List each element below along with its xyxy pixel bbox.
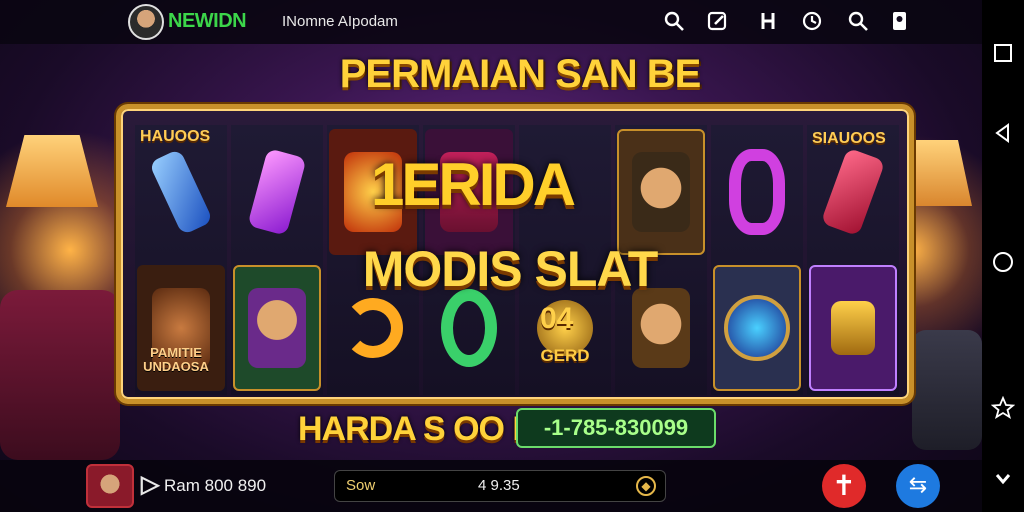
back-icon[interactable] (991, 122, 1015, 146)
chevron-down-icon[interactable] (991, 468, 1015, 492)
edit-icon[interactable] (706, 10, 730, 34)
username: INomne AIpodam (282, 13, 398, 30)
avatar[interactable] (128, 4, 164, 40)
symbol-blue-orb (713, 265, 801, 391)
reel-2 (231, 125, 323, 395)
symbol-blue-scroll (137, 129, 225, 255)
sofa-left (0, 290, 120, 460)
user-icon[interactable] (756, 10, 780, 34)
sofa-right (912, 330, 982, 450)
game-title-banner: PERMAIAN SAN BE (339, 52, 702, 96)
symbol-purple-scroll (233, 129, 321, 255)
android-nav-bar (982, 0, 1024, 512)
search-icon[interactable] (846, 10, 870, 34)
symbol-caption: PAMITIE UNDAOSA (143, 345, 209, 374)
headline-primary: 1ERIDA (370, 151, 576, 218)
game-scene: NEWIDN INomne AIpodam PERMAIAN SAN BE HA… (0, 0, 982, 512)
play-icon: ▷ (141, 471, 160, 498)
balance-text: Ram 800 890 (164, 476, 267, 495)
spin-button[interactable]: ✝ (822, 464, 866, 508)
gerd-label: GERD (540, 346, 590, 365)
headline-secondary: MODIS SLAT (362, 241, 659, 297)
symbol-hero (233, 265, 321, 391)
brand-logo: NEWIDN (168, 10, 247, 32)
history-icon[interactable] (800, 10, 824, 34)
star-icon[interactable] (990, 395, 1016, 420)
reel-8 (807, 125, 899, 395)
win-code-box: -1-785-830099 (516, 408, 716, 448)
symbol-gold-scroll (809, 265, 897, 391)
reel-label-right: SIAUOOS (812, 130, 886, 147)
symbol-purple-zero (713, 129, 801, 255)
symbol-king (617, 129, 705, 255)
coin-icon[interactable]: ◆ (636, 476, 656, 496)
home-icon[interactable] (991, 250, 1015, 274)
autoplay-button[interactable]: ⇆ (896, 464, 940, 508)
bet-label: Sow (346, 477, 376, 494)
reel-7 (711, 125, 803, 395)
bet-value: 4 9.35 (478, 477, 520, 494)
top-bar: NEWIDN INomne AIpodam (0, 0, 982, 44)
gerd-number: 04 (540, 302, 574, 335)
win-label: HARDA S OO K (298, 410, 537, 448)
profile-icon[interactable] (888, 10, 912, 34)
search-icon[interactable] (662, 10, 686, 34)
player-avatar[interactable] (86, 464, 134, 508)
recents-icon[interactable] (991, 42, 1015, 66)
reel-label-left: HAUOOS (140, 128, 211, 145)
